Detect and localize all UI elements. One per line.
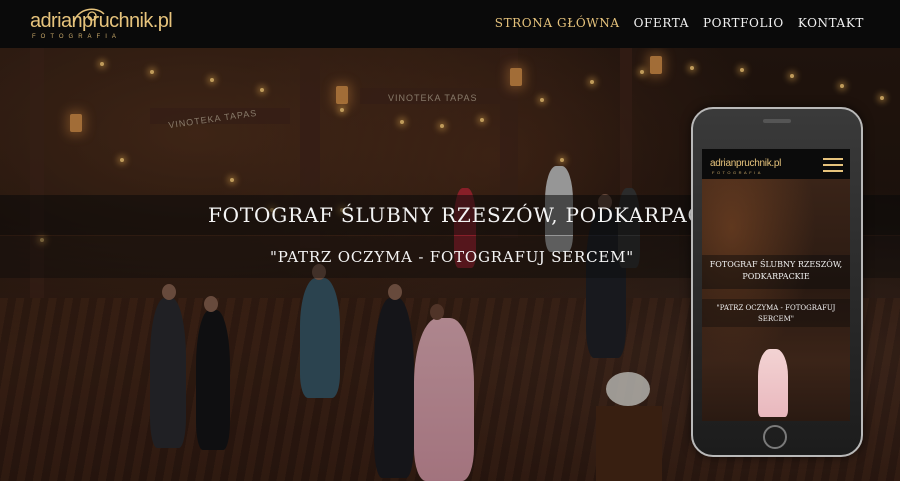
- phone-tagline-line: "PATRZ OCZYMA - FOTOGRAFUJ: [716, 304, 836, 312]
- hero-tagline: "PATRZ OCZYMA - FOTOGRAFUJ SERCEM": [270, 248, 634, 266]
- hero-title: FOTOGRAF ŚLUBNY RZESZÓW, PODKARPACKIE: [208, 203, 744, 227]
- phone-tagline-line: SERCEM": [757, 315, 795, 323]
- site-logo[interactable]: adrianpruchnik.pl FOTOGRAFIA: [30, 6, 173, 42]
- hamburger-menu-icon[interactable]: [823, 158, 843, 172]
- logo-text: adrianpruchnik.pl: [30, 10, 173, 32]
- phone-home-button: [763, 425, 787, 449]
- main-nav: STRONA GŁÓWNA OFERTA PORTFOLIO KONTAKT: [495, 16, 864, 30]
- nav-item-contact[interactable]: KONTAKT: [798, 16, 864, 30]
- phone-speaker: [763, 119, 791, 123]
- nav-item-offer[interactable]: OFERTA: [634, 16, 689, 30]
- phone-hero-tagline: "PATRZ OCZYMA - FOTOGRAFUJ SERCEM": [702, 303, 850, 325]
- site-header: adrianpruchnik.pl FOTOGRAFIA STRONA GŁÓW…: [0, 0, 900, 48]
- phone-hero-photo: FOTOGRAF ŚLUBNY RZESZÓW, PODKARPACKIE "P…: [702, 179, 850, 421]
- phone-screen: FOTOGRAF ŚLUBNY RZESZÓW, PODKARPACKIE "P…: [702, 149, 850, 421]
- phone-hero-title: FOTOGRAF ŚLUBNY RZESZÓW, PODKARPACKIE: [702, 259, 850, 283]
- phone-mockup: FOTOGRAF ŚLUBNY RZESZÓW, PODKARPACKIE "P…: [691, 107, 863, 457]
- nav-item-portfolio[interactable]: PORTFOLIO: [703, 16, 784, 30]
- phone-logo-text[interactable]: adrianpruchnik.pl: [710, 158, 781, 169]
- nav-item-home[interactable]: STRONA GŁÓWNA: [495, 16, 620, 30]
- bride-figure: [758, 349, 788, 417]
- phone-logo-subtitle: FOTOGRAFIA: [712, 170, 763, 175]
- phone-title-line: PODKARPACKIE: [742, 272, 810, 281]
- phone-header: adrianpruchnik.pl FOTOGRAFIA: [702, 149, 850, 179]
- phone-title-line: FOTOGRAF ŚLUBNY RZESZÓW,: [709, 260, 843, 269]
- logo-subtitle: FOTOGRAFIA: [32, 34, 121, 40]
